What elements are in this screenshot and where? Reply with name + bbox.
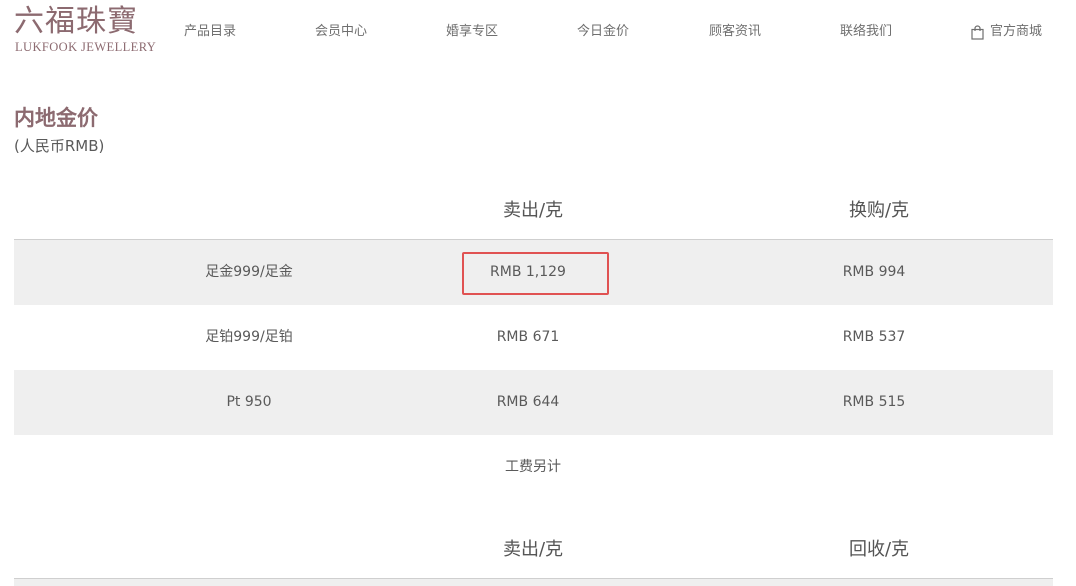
table-row: Pt 950 RMB 644 RMB 515 xyxy=(14,370,1053,435)
page-title: 内地金价 xyxy=(14,106,98,130)
table-row xyxy=(14,579,1053,586)
row-sell-price: RMB 671 xyxy=(496,329,560,345)
row-exchange-price: RMB 537 xyxy=(842,329,906,345)
shopping-bag-icon xyxy=(971,24,984,40)
brand-logo[interactable]: 六福珠寶 LUKFOOK JEWELLERY xyxy=(14,4,156,56)
table-row: 足金999/足金 RMB 1,129 RMB 994 xyxy=(14,240,1053,305)
nav-item-customer-info[interactable]: 顾客资讯 xyxy=(709,23,761,41)
nav-item-official-store[interactable]: 官方商城 xyxy=(971,23,1042,41)
row-exchange-price: RMB 515 xyxy=(842,394,906,410)
nav-item-member-center[interactable]: 会员中心 xyxy=(315,23,367,41)
column-header-exchange: 换购/克 xyxy=(848,200,910,221)
nav-item-contact-us[interactable]: 联络我们 xyxy=(840,23,892,41)
page: 六福珠寶 LUKFOOK JEWELLERY 产品目录 会员中心 婚享专区 今日… xyxy=(0,0,1076,586)
row-sell-price: RMB 1,129 xyxy=(490,264,566,280)
column-header-sell: 卖出/克 xyxy=(502,539,564,560)
row-exchange-price: RMB 994 xyxy=(842,264,906,280)
table-row: 足铂999/足铂 RMB 671 RMB 537 xyxy=(14,305,1053,370)
nav-item-product-catalog[interactable]: 产品目录 xyxy=(184,23,236,41)
currency-subtitle: (人民币RMB) xyxy=(14,137,105,155)
logo-chinese-text: 六福珠寶 xyxy=(14,4,138,39)
nav-item-official-store-label: 官方商城 xyxy=(990,24,1043,39)
row-metal-name: Pt 950 xyxy=(226,394,272,410)
nav-item-todays-gold-price[interactable]: 今日金价 xyxy=(577,23,629,41)
row-sell-price: RMB 644 xyxy=(496,394,560,410)
row-metal-name: 足金999/足金 xyxy=(205,264,293,280)
site-header: 六福珠寶 LUKFOOK JEWELLERY 产品目录 会员中心 婚享专区 今日… xyxy=(0,0,1076,62)
logo-english-text: LUKFOOK JEWELLERY xyxy=(15,40,157,54)
labor-fee-note: 工费另计 xyxy=(505,459,561,475)
column-header-sell: 卖出/克 xyxy=(502,200,564,221)
row-metal-name: 足铂999/足铂 xyxy=(205,329,293,345)
column-header-buyback: 回收/克 xyxy=(848,539,910,560)
nav-item-wedding-zone[interactable]: 婚享专区 xyxy=(446,23,498,41)
